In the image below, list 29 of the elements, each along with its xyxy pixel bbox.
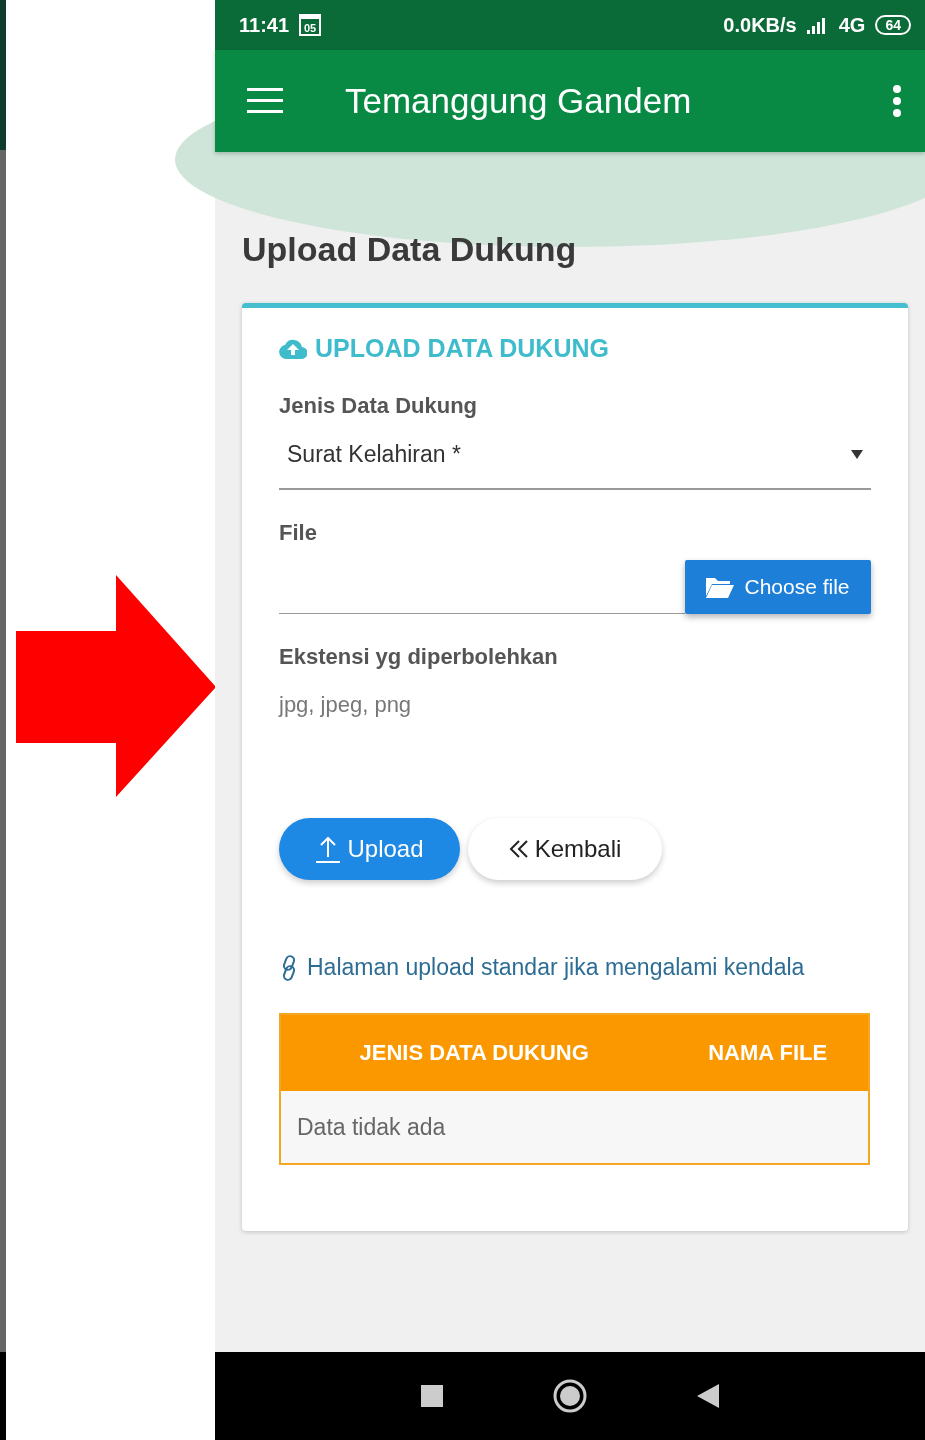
back-icon[interactable] [697, 1384, 719, 1408]
double-chevron-icon [508, 840, 529, 858]
page-title: Upload Data Dukung [242, 230, 578, 269]
home-icon[interactable] [553, 1379, 587, 1413]
status-time: 11:41 [239, 13, 290, 37]
allowed-extensions: jpg, jpeg, png [279, 692, 413, 718]
network-speed: 0.0KB/s [723, 13, 797, 37]
battery-icon: 64 [875, 15, 911, 35]
column-header: NAMA FILE [667, 1014, 869, 1091]
calendar-icon: 05 [299, 14, 322, 36]
card-heading: UPLOAD DATA DUKUNG [315, 334, 609, 363]
type-dropdown[interactable]: Surat Kelahiran * [279, 419, 871, 490]
column-header: JENIS DATA DUKUNG [280, 1014, 668, 1091]
network-type: 4G [838, 13, 866, 37]
more-options-icon[interactable] [893, 85, 901, 117]
empty-table-message: Data tidak ada [280, 1091, 869, 1164]
choose-file-button[interactable]: Choose file [685, 560, 871, 614]
field-label: Ekstensi yg diperbolehkan [279, 644, 559, 670]
menu-icon[interactable] [247, 88, 283, 114]
caret-icon [851, 450, 863, 459]
folder-icon [706, 576, 735, 598]
upload-button[interactable]: Upload [279, 818, 460, 880]
field-label: Jenis Data Dukung [279, 393, 479, 419]
back-button[interactable]: Kembali [468, 818, 662, 880]
standard-upload-link[interactable]: Halaman upload standar jika mengalami kendala [279, 954, 871, 981]
upload-icon [315, 835, 342, 863]
cloud-upload-icon [279, 338, 307, 359]
app-title: Temanggung Gandem [345, 81, 693, 121]
field-label: File [279, 520, 318, 546]
